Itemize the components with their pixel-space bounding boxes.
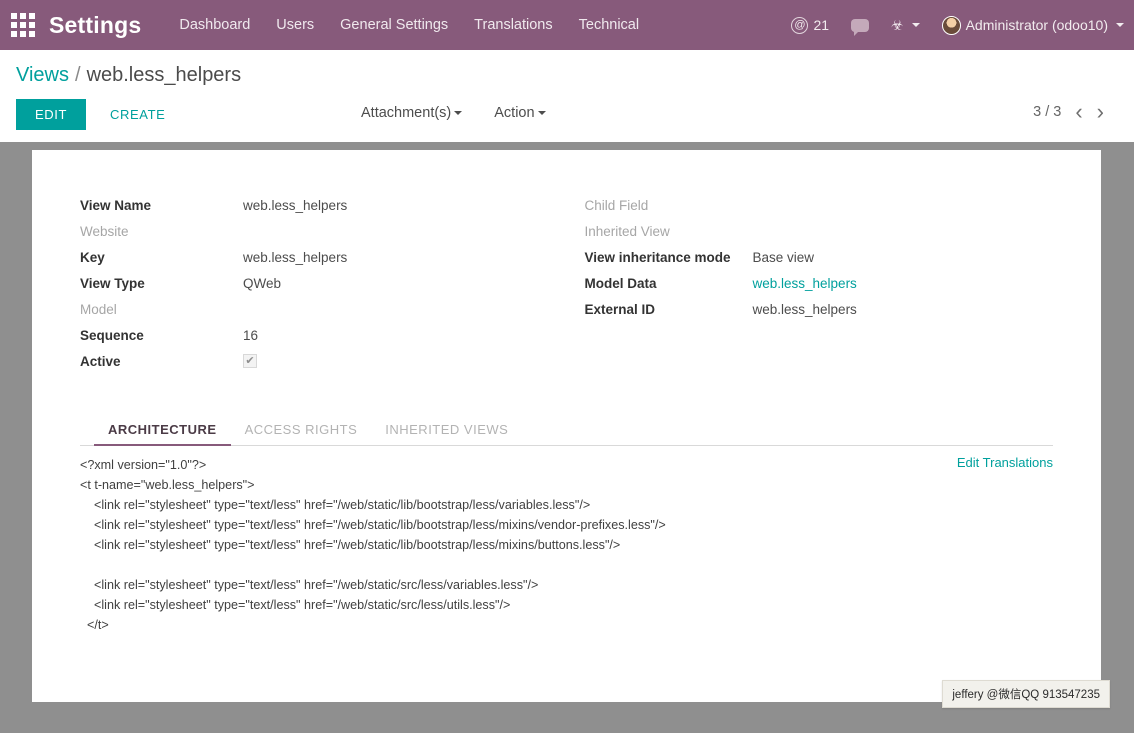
field-value-key[interactable]: web.less_helpers [243, 250, 347, 265]
architecture-code-area[interactable]: <?xml version="1.0"?> <t t-name="web.les… [80, 455, 1053, 635]
at-mention-icon: @ [791, 16, 809, 34]
field-label-view-name: View Name [80, 197, 152, 213]
create-button[interactable]: CREATE [96, 99, 179, 130]
bug-icon: ☣ [891, 16, 904, 33]
field-row-view-type: View Type QWeb [80, 270, 567, 296]
field-value-view-name[interactable]: web.less_helpers [243, 198, 347, 213]
chevron-down-icon [454, 111, 463, 115]
main-menu: Dashboard Users General Settings Transla… [179, 17, 639, 33]
field-value-external-id[interactable]: web.less_helpers [753, 302, 857, 317]
tab-access-rights[interactable]: ACCESS RIGHTS [231, 416, 372, 446]
chevron-down-icon [1116, 23, 1124, 27]
tab-panel-architecture: Edit Translations <?xml version="1.0"?> … [80, 446, 1053, 635]
field-value-view-type[interactable]: QWeb [243, 276, 281, 291]
edit-translations-link[interactable]: Edit Translations [957, 455, 1053, 470]
field-label-view-inheritance-mode: View inheritance mode [584, 249, 731, 265]
breadcrumb: Views / web.less_helpers [16, 50, 1118, 87]
field-label-child-field: Child Field [584, 197, 649, 213]
debug-menu[interactable]: ☣ [891, 17, 920, 34]
user-menu[interactable]: Administrator (odoo10) [941, 15, 1124, 35]
field-label-inherited-view: Inherited View [584, 223, 670, 239]
chevron-down-icon [911, 23, 920, 27]
field-value-view-inheritance-mode[interactable]: Base view [753, 250, 815, 265]
tab-inherited-views[interactable]: INHERITED VIEWS [371, 416, 522, 446]
field-row-active: Active ✔ [80, 348, 567, 374]
field-row-key: Key web.less_helpers [80, 244, 567, 270]
field-row-external-id: External ID web.less_helpers [585, 296, 1054, 322]
tab-architecture[interactable]: ARCHITECTURE [94, 416, 231, 446]
field-row-sequence: Sequence 16 [80, 322, 567, 348]
action-dropdown[interactable]: Action [494, 105, 546, 121]
form-groups: View Name web.less_helpers Website Key w… [80, 192, 1053, 374]
user-menu-label: Administrator (odoo10) [965, 17, 1108, 33]
breadcrumb-item-views[interactable]: Views [16, 64, 69, 87]
menu-item-dashboard[interactable]: Dashboard [179, 17, 250, 33]
menu-item-technical[interactable]: Technical [579, 17, 639, 33]
active-checkbox[interactable]: ✔ [243, 354, 257, 368]
chevron-down-icon [537, 111, 546, 115]
attachments-dropdown[interactable]: Attachment(s) [361, 105, 463, 121]
breadcrumb-separator: / [75, 64, 81, 86]
edit-button[interactable]: EDIT [16, 98, 87, 130]
field-label-sequence: Sequence [80, 327, 144, 343]
mentions-count-label: 21 [813, 17, 830, 33]
field-row-model-data: Model Data web.less_helpers [585, 270, 1054, 296]
field-row-child-field: Child Field [585, 192, 1054, 218]
record-pager: 3 / 3 ‹ › [1033, 101, 1104, 123]
notebook: ARCHITECTURE ACCESS RIGHTS INHERITED VIE… [80, 416, 1053, 635]
pager-next-icon[interactable]: › [1097, 101, 1104, 123]
field-label-view-type: View Type [80, 275, 145, 291]
field-label-website: Website [80, 223, 129, 239]
form-canvas: View Name web.less_helpers Website Key w… [0, 142, 1134, 730]
field-value-model-data[interactable]: web.less_helpers [753, 276, 857, 291]
field-label-active: Active [80, 353, 121, 369]
field-label-model: Model [80, 301, 117, 317]
control-panel-buttons: EDIT CREATE Attachment(s) Action 3 / 3 ‹… [16, 87, 1118, 142]
pager-previous-icon[interactable]: ‹ [1075, 101, 1082, 123]
chat-bubble-icon [851, 18, 870, 36]
field-row-view-name: View Name web.less_helpers [80, 192, 567, 218]
form-group-right: Child Field Inherited View View inherita… [567, 192, 1054, 374]
app-brand-title: Settings [49, 11, 142, 38]
notebook-tabs: ARCHITECTURE ACCESS RIGHTS INHERITED VIE… [80, 416, 1053, 446]
attachments-dropdown-label: Attachment(s) [361, 105, 452, 121]
field-row-view-inheritance-mode: View inheritance mode Base view [585, 244, 1054, 270]
field-label-model-data: Model Data [584, 275, 657, 291]
field-value-sequence[interactable]: 16 [243, 328, 258, 343]
menu-item-users[interactable]: Users [276, 17, 314, 33]
watermark-tooltip: jeffery @微信QQ 913547235 [942, 680, 1110, 708]
pager-count: 3 / 3 [1033, 104, 1062, 120]
action-dropdown-label: Action [494, 105, 535, 121]
control-panel-dropdowns: Attachment(s) Action [361, 105, 546, 121]
mentions-counter[interactable]: @ 21 [791, 16, 830, 34]
field-row-model: Model [80, 296, 567, 322]
navbar-systray: @ 21 ☣ Administrator (odoo10) [791, 0, 1124, 50]
menu-item-general-settings[interactable]: General Settings [340, 17, 448, 33]
field-label-external-id: External ID [584, 301, 656, 317]
form-group-left: View Name web.less_helpers Website Key w… [80, 192, 567, 374]
messaging-menu[interactable] [851, 18, 870, 36]
apps-grid-icon[interactable] [11, 13, 35, 37]
field-row-website: Website [80, 218, 567, 244]
field-row-inherited-view: Inherited View [585, 218, 1054, 244]
top-navbar: Settings Dashboard Users General Setting… [0, 0, 1134, 50]
control-panel: Views / web.less_helpers EDIT CREATE Att… [0, 50, 1134, 142]
breadcrumb-item-current: web.less_helpers [86, 64, 242, 86]
avatar [941, 15, 961, 35]
menu-item-translations[interactable]: Translations [474, 17, 552, 33]
field-label-key: Key [80, 249, 105, 265]
form-sheet: View Name web.less_helpers Website Key w… [32, 150, 1101, 702]
